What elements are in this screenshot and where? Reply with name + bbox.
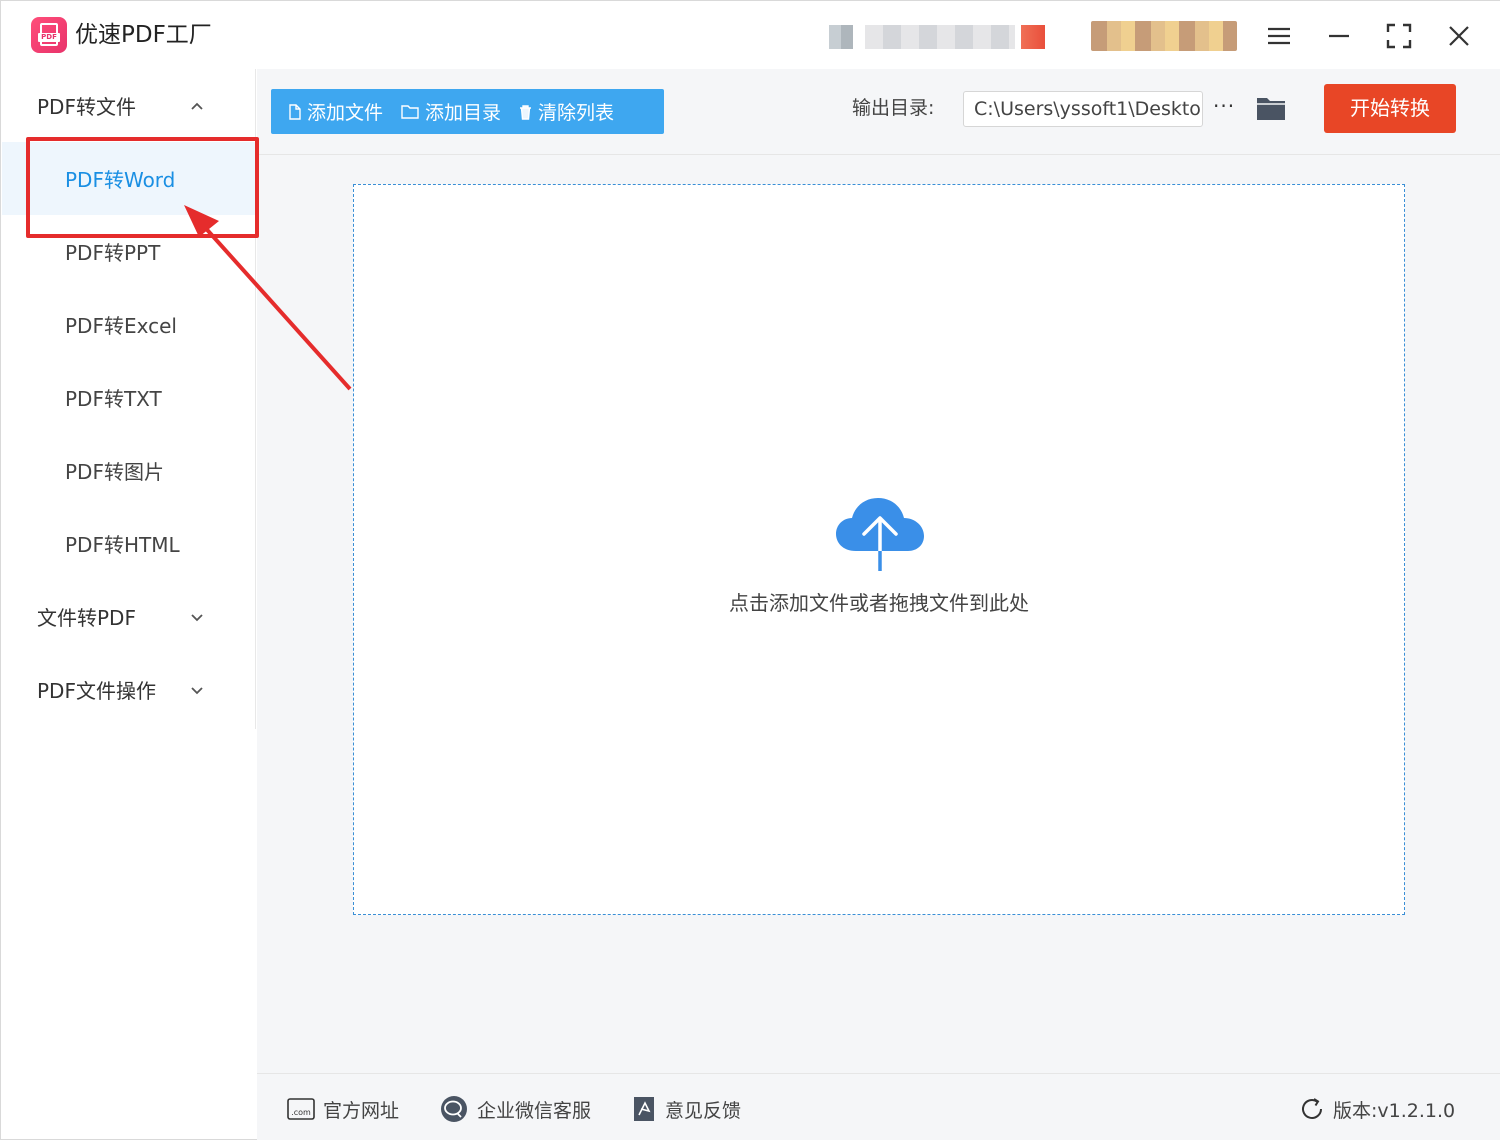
open-folder-icon[interactable] xyxy=(1255,93,1287,123)
sidebar-group-pdf-to-file[interactable]: PDF转文件 xyxy=(2,69,256,142)
chevron-down-icon xyxy=(191,613,203,621)
app-window: PDF 优速PDF工厂 PDF转文件 PDF转Word PDF转PPT PDF转… xyxy=(0,0,1500,1140)
add-directory-label: 添加目录 xyxy=(425,102,502,124)
official-website-link[interactable]: .com 官方网址 xyxy=(287,1094,399,1124)
blurred-avatar xyxy=(829,25,853,49)
trash-icon xyxy=(520,104,532,120)
output-directory-field[interactable]: C:\Users\yssoft1\Desktop xyxy=(963,91,1203,127)
sidebar-item-pdf-to-excel[interactable]: PDF转Excel xyxy=(2,288,256,361)
sidebar-item-label: PDF转TXT xyxy=(65,387,162,411)
clear-list-button[interactable]: 清除列表 xyxy=(519,89,622,134)
menu-icon[interactable] xyxy=(1262,19,1296,53)
chevron-down-icon xyxy=(191,686,203,694)
file-button-group: 添加文件 添加目录 清除列表 xyxy=(271,89,664,134)
minimize-icon[interactable] xyxy=(1322,19,1356,53)
wechat-support-label: 企业微信客服 xyxy=(477,1099,592,1122)
folder-outline-icon xyxy=(401,105,419,119)
add-directory-button[interactable]: 添加目录 xyxy=(401,89,509,134)
clear-list-label: 清除列表 xyxy=(538,102,615,124)
file-icon xyxy=(289,103,301,120)
sidebar-item-label: PDF转PPT xyxy=(65,241,161,265)
file-drop-zone[interactable]: 点击添加文件或者拖拽文件到此处 xyxy=(353,184,1405,915)
browse-more-button[interactable]: ··· xyxy=(1213,93,1237,123)
feedback-link[interactable]: 意见反馈 xyxy=(631,1094,741,1124)
footer: .com 官方网址 企业微信客服 意见反馈 版本:v1.2.1.0 xyxy=(257,1073,1500,1140)
toolbar: 添加文件 添加目录 清除列表 输出目录: C:\Users\yssoft1\De… xyxy=(257,69,1500,155)
sidebar-item-pdf-to-image[interactable]: PDF转图片 xyxy=(2,434,256,507)
version-info[interactable]: 版本:v1.2.1.0 xyxy=(1299,1094,1455,1124)
cloud-upload-icon xyxy=(836,498,924,573)
output-directory-label: 输出目录: xyxy=(852,97,935,119)
add-file-label: 添加文件 xyxy=(307,102,384,124)
feedback-icon xyxy=(634,1097,654,1121)
version-label: 版本:v1.2.1.0 xyxy=(1333,1099,1456,1122)
title-bar: PDF 优速PDF工厂 xyxy=(1,1,1500,69)
main-panel: 添加文件 添加目录 清除列表 输出目录: C:\Users\yssoft1\De… xyxy=(257,69,1500,1073)
sidebar-item-label: PDF转图片 xyxy=(65,460,164,484)
feedback-label: 意见反馈 xyxy=(665,1099,742,1122)
sidebar-group-label: PDF转文件 xyxy=(37,95,136,119)
drop-zone-hint: 点击添加文件或者拖拽文件到此处 xyxy=(729,591,1029,615)
website-icon: .com xyxy=(287,1098,315,1120)
wechat-support-link[interactable]: 企业微信客服 xyxy=(439,1094,591,1124)
sidebar-group-pdf-operations[interactable]: PDF文件操作 xyxy=(2,653,256,726)
annotation-highlight-box xyxy=(26,137,259,238)
chevron-up-icon xyxy=(191,102,203,110)
sidebar-item-pdf-to-txt[interactable]: PDF转TXT xyxy=(2,361,256,434)
blurred-account-info xyxy=(865,25,1015,49)
wechat-chat-icon xyxy=(441,1096,467,1122)
sidebar-group-label: PDF文件操作 xyxy=(37,679,156,703)
close-icon[interactable] xyxy=(1442,19,1476,53)
sidebar-group-file-to-pdf[interactable]: 文件转PDF xyxy=(2,580,256,653)
start-conversion-button[interactable]: 开始转换 xyxy=(1324,84,1456,133)
add-file-button[interactable]: 添加文件 xyxy=(289,89,391,134)
svg-text:.com: .com xyxy=(291,1108,311,1117)
blurred-badge xyxy=(1021,25,1045,49)
refresh-icon xyxy=(1302,1098,1322,1119)
app-title: 优速PDF工厂 xyxy=(75,22,212,48)
logo-label: PDF xyxy=(38,33,60,42)
app-logo: PDF xyxy=(31,17,67,53)
sidebar-item-pdf-to-html[interactable]: PDF转HTML xyxy=(2,507,256,580)
maximize-icon[interactable] xyxy=(1382,19,1416,53)
blurred-vip-banner[interactable] xyxy=(1091,21,1237,51)
sidebar-group-label: 文件转PDF xyxy=(37,606,136,630)
sidebar-item-label: PDF转Excel xyxy=(65,314,177,338)
sidebar-item-label: PDF转HTML xyxy=(65,533,180,557)
official-website-label: 官方网址 xyxy=(323,1099,400,1122)
